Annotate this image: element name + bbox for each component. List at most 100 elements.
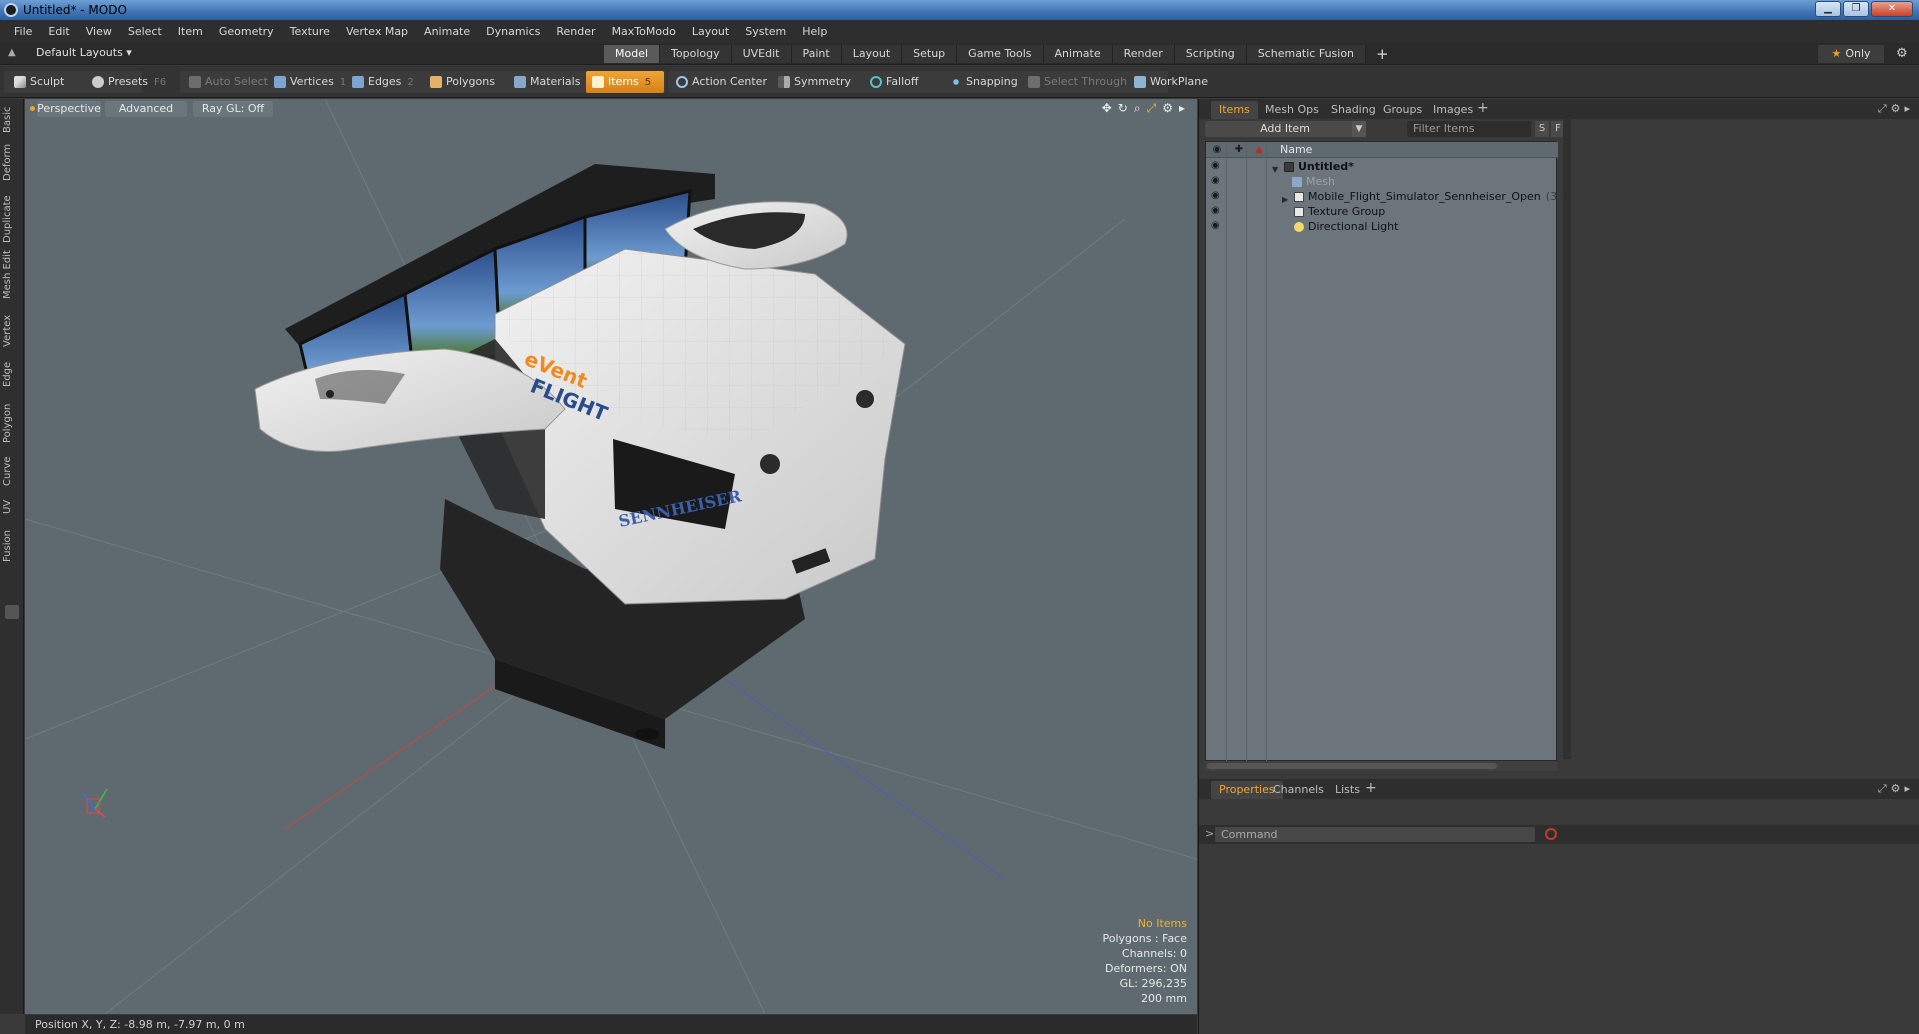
name-column-header[interactable]: Name [1280, 143, 1312, 156]
menu-render[interactable]: Render [548, 25, 603, 38]
visibility-eye-icon[interactable]: ◉ [1211, 221, 1223, 231]
filter-items-input[interactable]: Filter Items [1407, 121, 1531, 137]
items-vertical-scrollbar[interactable] [1563, 119, 1571, 759]
menu-dynamics[interactable]: Dynamics [478, 25, 548, 38]
tab-game-tools[interactable]: Game Tools [957, 45, 1044, 63]
lock-column-icon[interactable]: ✚ [1232, 144, 1246, 156]
tab-paint[interactable]: Paint [791, 45, 842, 63]
pan-icon[interactable]: ✥ [1102, 101, 1112, 116]
visibility-column-icon[interactable]: ◉ [1210, 144, 1224, 156]
add-panel-tab-button[interactable]: + [1477, 100, 1489, 116]
tab-setup[interactable]: Setup [902, 45, 958, 63]
render-column-icon[interactable]: ▲ [1252, 144, 1266, 156]
gear-icon[interactable]: ⚙ [1896, 46, 1908, 61]
close-button[interactable]: ✕ [1871, 1, 1913, 17]
menu-animate[interactable]: Animate [416, 25, 478, 38]
menu-item[interactable]: Item [170, 25, 211, 38]
sculpt-button[interactable]: Sculpt [8, 71, 68, 93]
tree-row-directional-light[interactable]: ◉ Directional Light [1206, 219, 1558, 234]
raygl-dropdown[interactable]: Ray GL: Off [193, 101, 273, 117]
vtab-duplicate[interactable]: Duplicate [2, 195, 22, 243]
menu-edit[interactable]: Edit [40, 25, 77, 38]
menu-system[interactable]: System [737, 25, 794, 38]
snapping-button[interactable]: Snapping [944, 71, 1018, 93]
tab-channels[interactable]: Channels [1265, 781, 1332, 799]
menu-help[interactable]: Help [794, 25, 835, 38]
viewport-menu-dot-icon[interactable] [30, 106, 35, 111]
menu-select[interactable]: Select [120, 25, 170, 38]
tree-row-mesh[interactable]: ◉ Mesh [1206, 174, 1558, 189]
rotate-icon[interactable]: ↻ [1118, 101, 1128, 116]
symmetry-button[interactable]: Symmetry [772, 71, 851, 93]
menu-texture[interactable]: Texture [282, 25, 338, 38]
maximize-button[interactable]: ❐ [1843, 1, 1869, 17]
visibility-eye-icon[interactable]: ◉ [1211, 176, 1223, 186]
tab-mesh-ops[interactable]: Mesh Ops [1257, 101, 1327, 119]
tab-scripting[interactable]: Scripting [1174, 45, 1247, 63]
tab-render[interactable]: Render [1112, 45, 1175, 63]
items-button[interactable]: Items 5 [586, 71, 664, 93]
workplane-button[interactable]: WorkPlane [1128, 71, 1208, 93]
zoom-icon[interactable]: ⌕ [1134, 101, 1141, 116]
vtab-edge[interactable]: Edge [2, 359, 22, 389]
menu-geometry[interactable]: Geometry [211, 25, 282, 38]
scene-canvas[interactable]: eVent FLIGHT SENNHEISER [25, 99, 1197, 1014]
tab-lists[interactable]: Lists [1327, 781, 1368, 799]
menu-vertex-map[interactable]: Vertex Map [338, 25, 416, 38]
auto-select-button[interactable]: Auto Select [183, 71, 268, 93]
polygons-button[interactable]: Polygons [424, 71, 495, 93]
menu-maxtomodo[interactable]: MaxToModo [604, 25, 684, 38]
command-input[interactable]: Command [1215, 827, 1535, 842]
filter-s-button[interactable]: S [1535, 121, 1549, 137]
expand-arrow-icon[interactable]: ▸ [1179, 101, 1185, 116]
tree-row-scene[interactable]: ◉ ▼ Untitled* [1206, 159, 1558, 174]
strip-toggle-button[interactable] [5, 605, 19, 619]
visibility-eye-icon[interactable]: ◉ [1211, 161, 1223, 171]
visibility-eye-icon[interactable]: ◉ [1211, 191, 1223, 201]
materials-button[interactable]: Materials [508, 71, 580, 93]
vtab-deform[interactable]: Deform [2, 143, 22, 181]
tree-row-simulator-group[interactable]: ◉ ▶ Mobile_Flight_Simulator_Sennheiser_O… [1206, 189, 1561, 204]
tab-model[interactable]: Model [604, 45, 661, 63]
add-item-dropdown-icon[interactable]: ▼ [1352, 121, 1366, 137]
add-item-button[interactable]: Add Item [1205, 121, 1365, 137]
tab-groups[interactable]: Groups [1375, 101, 1430, 119]
items-horizontal-scrollbar[interactable] [1205, 761, 1557, 771]
3d-viewport[interactable]: eVent FLIGHT SENNHEISER Perspective Adva… [25, 99, 1197, 1014]
tab-animate[interactable]: Animate [1043, 45, 1113, 63]
properties-options-icon[interactable]: ⤢⚙▸ [1878, 782, 1914, 796]
tab-items[interactable]: Items [1211, 101, 1258, 119]
tab-uvedit[interactable]: UVEdit [731, 45, 792, 63]
only-toggle-button[interactable]: ★ Only [1818, 45, 1884, 63]
select-through-button[interactable]: Select Through [1022, 71, 1127, 93]
tab-layout[interactable]: Layout [841, 45, 903, 63]
minimize-button[interactable]: ▁ [1815, 1, 1841, 17]
record-macro-icon[interactable] [1545, 828, 1557, 840]
tab-schematic-fusion[interactable]: Schematic Fusion [1246, 45, 1367, 63]
maximize-icon[interactable]: ⤢ [1147, 101, 1157, 116]
vtab-mesh-edit[interactable]: Mesh Edit [2, 249, 22, 301]
visibility-eye-icon[interactable]: ◉ [1211, 206, 1223, 216]
layout-dropdown[interactable]: Default Layouts ▾ [36, 46, 132, 59]
add-properties-tab-button[interactable]: + [1365, 780, 1377, 796]
menu-view[interactable]: View [78, 25, 120, 38]
vtab-vertex[interactable]: Vertex [2, 313, 22, 349]
vtab-polygon[interactable]: Polygon [2, 401, 22, 445]
vtab-basic[interactable]: Basic [2, 103, 22, 137]
menu-layout[interactable]: Layout [684, 25, 737, 38]
menu-file[interactable]: File [6, 25, 40, 38]
panel-options-icon[interactable]: ⤢⚙▸ [1878, 102, 1914, 116]
vtab-curve[interactable]: Curve [2, 455, 22, 487]
viewport-settings-icon[interactable]: ⚙ [1162, 101, 1173, 116]
layout-up-arrow-icon[interactable]: ▲ [8, 47, 20, 59]
vtab-uv[interactable]: UV [2, 497, 22, 517]
falloff-button[interactable]: Falloff [864, 71, 918, 93]
presets-button[interactable]: Presets F6 [86, 71, 166, 93]
tree-row-texture-group[interactable]: ◉ Texture Group [1206, 204, 1558, 219]
vertices-button[interactable]: Vertices 1 [268, 71, 346, 93]
tab-images[interactable]: Images [1425, 101, 1481, 119]
action-center-button[interactable]: Action Center [670, 71, 767, 93]
shading-dropdown[interactable]: Advanced [105, 101, 187, 117]
add-layout-tab-button[interactable]: + [1366, 45, 1399, 63]
tab-topology[interactable]: Topology [660, 45, 732, 63]
